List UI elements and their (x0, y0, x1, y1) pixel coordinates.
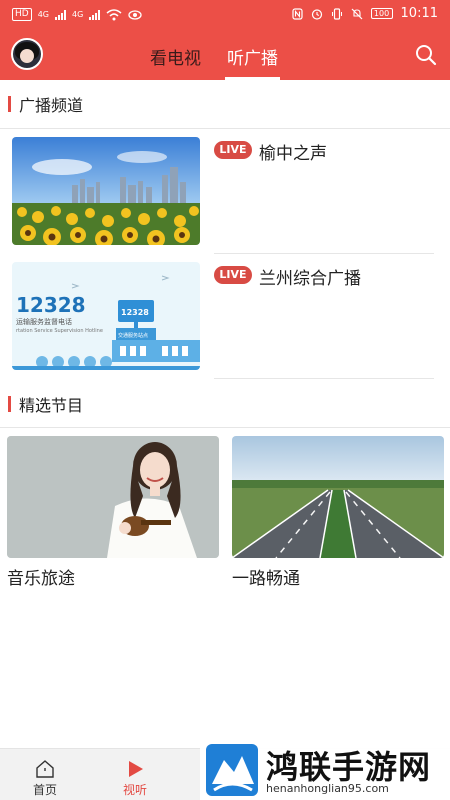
alarm-icon (311, 8, 322, 20)
watermark: 鸿联手游网 henanhonglian95.com (200, 740, 450, 800)
live-badge: LIVE (214, 266, 252, 284)
channel-thumbnail: 12328 运输服务监督电话 rtation Service Supervisi… (12, 262, 200, 370)
live-badge: LIVE (214, 141, 252, 159)
program-card[interactable]: 一路畅通 (232, 436, 444, 589)
search-icon[interactable] (414, 43, 438, 67)
top-tabs: 看电视 听广播 (150, 44, 280, 80)
channel-name: 榆中之声 (259, 144, 327, 164)
thumb-text-small: 交通服务站点 (118, 332, 148, 339)
tab-radio[interactable]: 听广播 (225, 44, 280, 80)
channel-thumbnail (12, 137, 200, 245)
channel-card[interactable]: LIVE 榆中之声 (12, 137, 434, 247)
nav-home-label: 首页 (32, 783, 57, 797)
section-channels-header: 广播频道 (0, 90, 450, 118)
battery-icon: 100 (370, 8, 393, 19)
section-marker (8, 96, 11, 112)
user-avatar[interactable] (11, 38, 43, 70)
clock: 10:11 (400, 6, 438, 21)
channel-name: 兰州综合广播 (259, 269, 361, 289)
section-marker (8, 396, 11, 412)
app-header: HD 4G 4G 100 10:11 看电视 听广播 (0, 0, 450, 80)
nav-home[interactable]: 首页 (20, 759, 70, 798)
section-programs-title: 精选节目 (19, 396, 84, 415)
program-thumbnail (7, 436, 219, 558)
thumb-text-cn: 运输服务监督电话 (16, 317, 72, 326)
divider (214, 378, 434, 379)
program-title: 一路畅通 (232, 569, 300, 589)
divider (0, 128, 450, 129)
program-title: 音乐旅途 (7, 569, 75, 589)
nfc-icon (291, 7, 303, 20)
wifi-icon (106, 8, 122, 20)
vibrate-icon (331, 7, 342, 20)
network-type-2: 4G (72, 10, 84, 19)
divider (0, 427, 450, 428)
tab-tv[interactable]: 看电视 (150, 44, 201, 70)
watermark-logo (206, 744, 258, 796)
section-programs-header: 精选节目 (0, 390, 450, 418)
mute-icon (351, 8, 362, 19)
signal-icon-2 (89, 9, 101, 20)
section-channels-title: 广播频道 (19, 96, 84, 115)
thumb-text-big: 12328 (16, 293, 86, 317)
divider (214, 253, 434, 254)
signal-icon (55, 9, 66, 20)
thumb-text-en: rtation Service Supervision Hotline (16, 328, 103, 334)
eye-icon (128, 9, 142, 20)
nav-media-label: 视听 (122, 783, 147, 797)
home-icon (36, 760, 54, 778)
watermark-url: henanhonglian95.com (266, 782, 389, 795)
channel-card[interactable]: 12328 运输服务监督电话 rtation Service Supervisi… (12, 262, 434, 372)
network-type-1: 4G (37, 10, 49, 19)
nav-media[interactable]: 视听 (110, 759, 160, 798)
program-card[interactable]: 音乐旅途 (7, 436, 219, 589)
thumb-sign-text: 12328 (121, 308, 149, 317)
hd-chip: HD (12, 8, 32, 21)
play-icon (129, 761, 143, 777)
status-bar: HD 4G 4G 100 10:11 (0, 0, 450, 30)
program-thumbnail (232, 436, 444, 558)
